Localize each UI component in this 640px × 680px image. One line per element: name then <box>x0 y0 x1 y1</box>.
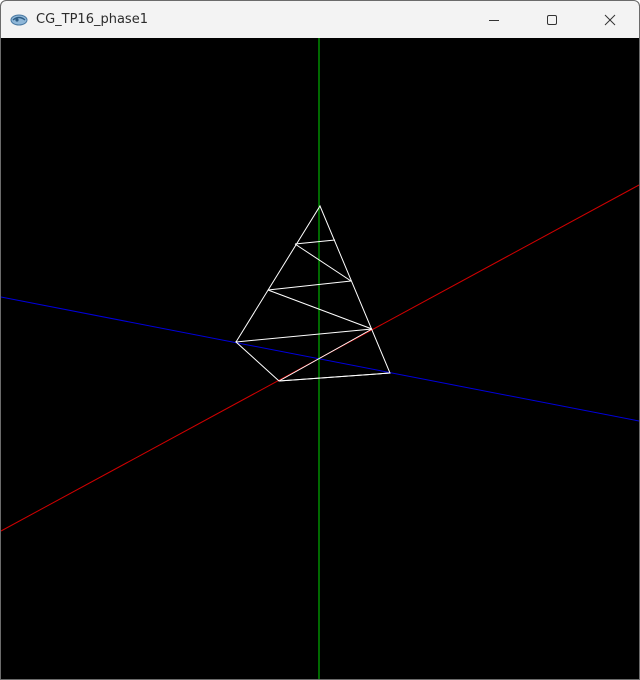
cone-ring-1 <box>294 239 336 245</box>
scene-canvas <box>1 38 639 679</box>
app-icon <box>10 13 28 27</box>
window-controls <box>465 1 639 38</box>
cone-base-edge <box>278 372 391 382</box>
close-button[interactable] <box>581 1 639 38</box>
minimize-button[interactable] <box>465 1 523 38</box>
z-axis-line <box>1 296 639 422</box>
gl-viewport[interactable] <box>1 38 639 679</box>
cone-diag-1 <box>294 243 352 282</box>
maximize-button[interactable] <box>523 1 581 38</box>
cone-diag-2 <box>267 289 373 330</box>
minimize-icon <box>489 19 499 21</box>
app-window: CG_TP16_phase1 <box>0 0 640 680</box>
window-title: CG_TP16_phase1 <box>36 12 148 27</box>
title-bar[interactable]: CG_TP16_phase1 <box>1 1 639 38</box>
cone-wireframe <box>234 204 391 382</box>
cone-outline <box>234 204 391 382</box>
cone-ring-2 <box>267 280 352 291</box>
close-icon <box>604 14 616 25</box>
maximize-icon <box>547 14 557 25</box>
